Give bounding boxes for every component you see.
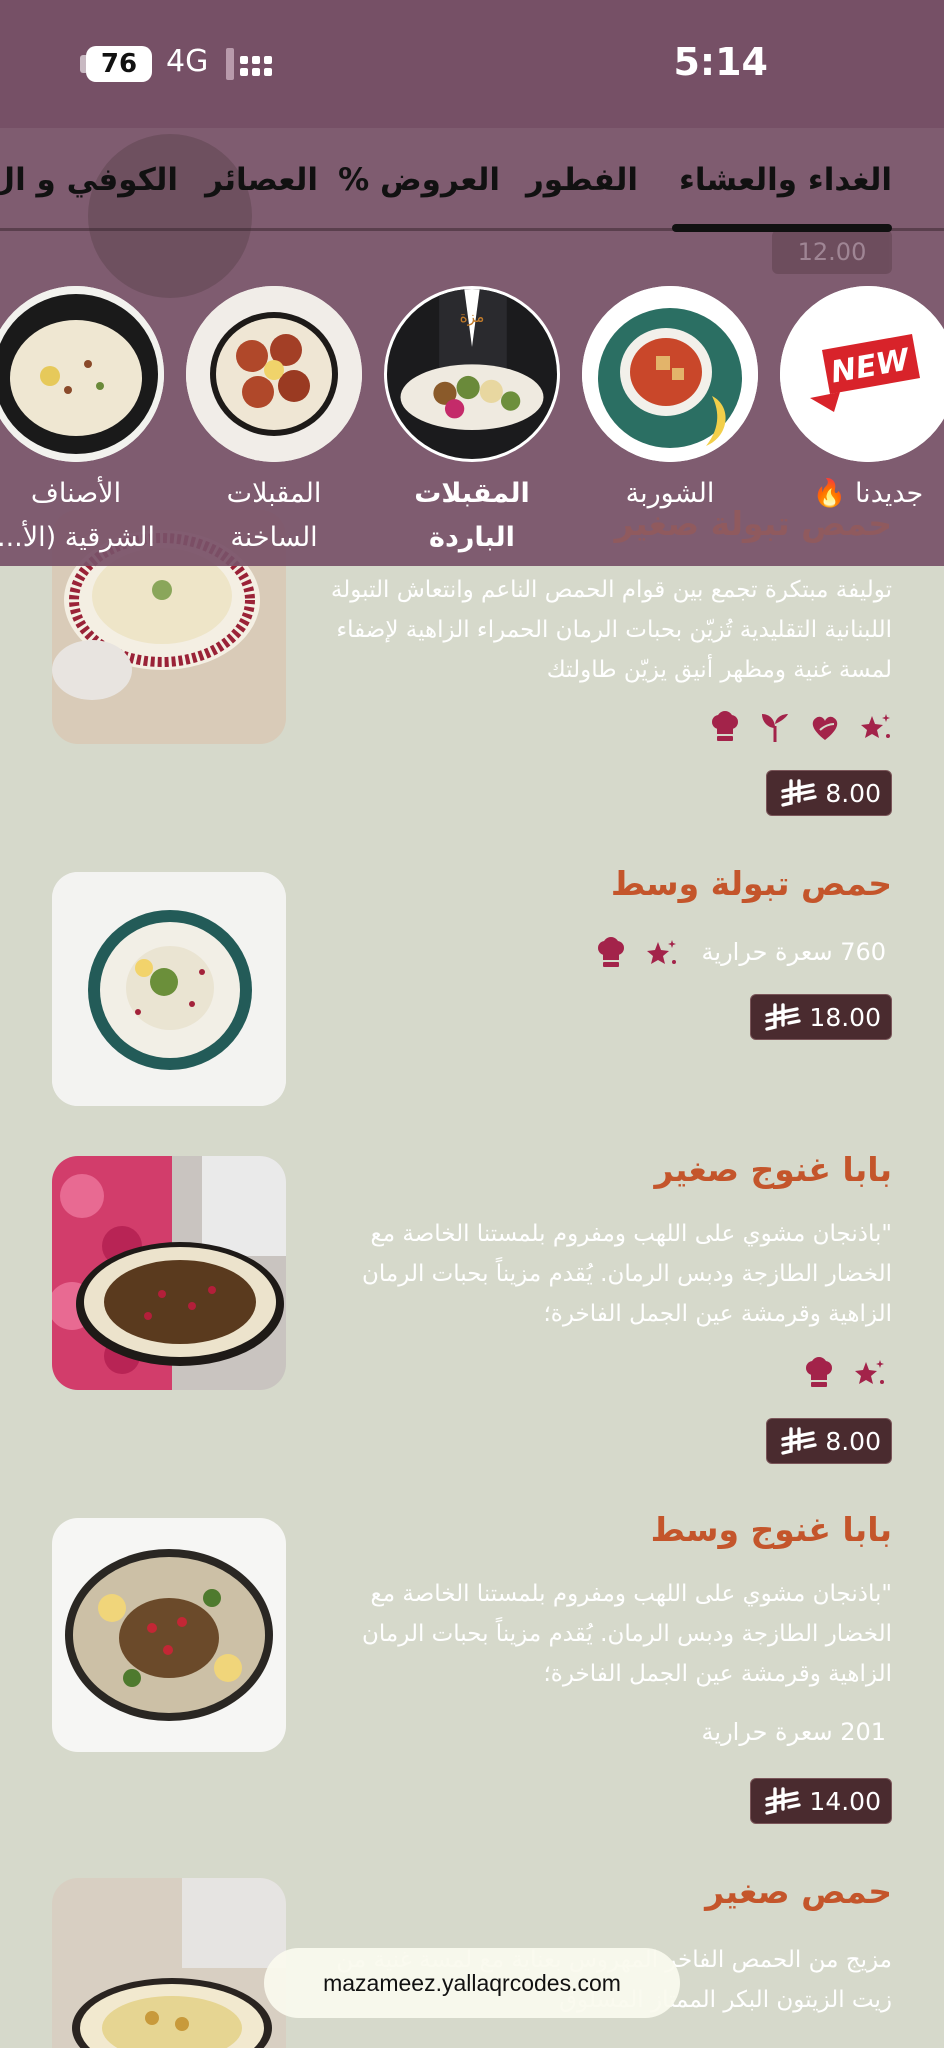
- chef-hat-icon: [806, 1357, 832, 1387]
- item-price: 18.00: [750, 994, 892, 1040]
- riyal-icon: [781, 1427, 818, 1455]
- chef-hat-icon: [712, 711, 738, 741]
- riyal-icon: [781, 779, 818, 807]
- item-name: حمص تبولة وسط: [610, 864, 892, 903]
- sparkle-star-icon: [861, 714, 890, 738]
- sparkle-star-icon: [647, 940, 676, 964]
- item-price-value: 8.00: [825, 1426, 881, 1456]
- item-calories: 760 سعرة حرارية: [701, 938, 886, 966]
- item-name: بابا غنوج صغير: [654, 1150, 892, 1189]
- category-cold-appetizers[interactable]: مزة المقبلات الباردة: [384, 286, 560, 560]
- signal-strength-icon: [226, 48, 272, 80]
- item-name: حمص صغير: [705, 1872, 892, 1911]
- category-oriental-dishes[interactable]: الأصناف الشرقية (الأ...: [0, 286, 164, 560]
- category-label: المقبلات الساخنة: [226, 478, 322, 553]
- new-badge-icon: NEW: [780, 286, 944, 462]
- item-image-hummus-small: [52, 1878, 286, 2048]
- item-price-value: 14.00: [809, 1786, 881, 1816]
- riyal-icon: [765, 1003, 802, 1031]
- tab-breakfast[interactable]: الفطور: [526, 162, 638, 198]
- tab-lunch-dinner[interactable]: الغداء والعشاء: [679, 162, 892, 198]
- network-type: 4G: [166, 44, 209, 79]
- item-price-value: 18.00: [809, 1002, 881, 1032]
- item-price: 14.00: [750, 1778, 892, 1824]
- item-name: بابا غنوج وسط: [650, 1510, 892, 1549]
- item-tags: [594, 936, 678, 970]
- category-label: الشوربة: [625, 478, 715, 509]
- category-label: الأصناف الشرقية (الأ...: [0, 478, 155, 553]
- hot-appetizers-plate-icon: [186, 286, 362, 462]
- item-price: 8.00: [766, 770, 892, 816]
- tab-coffee[interactable]: الكوفي و ال: [0, 162, 178, 198]
- item-price-value: 8.00: [825, 778, 881, 808]
- category-hot-appetizers[interactable]: المقبلات الساخنة: [186, 286, 362, 560]
- item-tags: [802, 1356, 886, 1390]
- rice-dish-icon: [0, 286, 164, 462]
- menu-tabs: الغداء والعشاء الفطور العروض % العصائر ا…: [0, 130, 944, 230]
- active-tab-indicator: [672, 224, 892, 232]
- item-description: "باذنجان مشوي على اللهب ومفروم بلمستنا ا…: [362, 1221, 892, 1327]
- status-bar: 76 4G 5:14: [0, 0, 944, 128]
- item-tags: [708, 710, 892, 744]
- category-new[interactable]: NEW جديدنا 🔥: [780, 286, 944, 516]
- item-price: 8.00: [766, 1418, 892, 1464]
- tab-offers[interactable]: العروض %: [338, 162, 500, 198]
- item-description: "باذنجان مشوي على اللهب ومفروم بلمستنا ا…: [362, 1581, 892, 1687]
- soup-bowl-icon: [582, 286, 758, 462]
- svg-text:مزة: مزة: [460, 308, 485, 326]
- item-image-baba-ghanoush-small: [52, 1156, 286, 1390]
- ghost-price: 12.00: [772, 230, 892, 274]
- browser-url-bar[interactable]: mazameez.yallaqrcodes.com: [264, 1948, 680, 2018]
- item-calories: 201 سعرة حرارية: [701, 1718, 886, 1746]
- item-description: توليفة مبتكرة تجمع بين قوام الحمص الناعم…: [330, 577, 892, 683]
- category-label: جديدنا 🔥: [812, 478, 924, 509]
- chef-hat-icon: [598, 937, 624, 967]
- tab-juices[interactable]: العصائر: [205, 162, 318, 198]
- riyal-icon: [765, 1787, 802, 1815]
- clock: 5:14: [673, 40, 768, 84]
- category-soup[interactable]: الشوربة: [582, 286, 758, 516]
- sprout-icon: [762, 714, 788, 742]
- cold-appetizers-plate-icon: مزة: [384, 286, 560, 462]
- sparkle-star-icon: [855, 1360, 884, 1384]
- category-label: المقبلات الباردة: [414, 478, 530, 553]
- heart-leaf-icon: [812, 716, 838, 740]
- battery-icon: 76: [86, 46, 152, 82]
- item-image-hummus-tabbouleh-medium: [52, 872, 286, 1106]
- item-image-baba-ghanoush-medium: [52, 1518, 286, 1752]
